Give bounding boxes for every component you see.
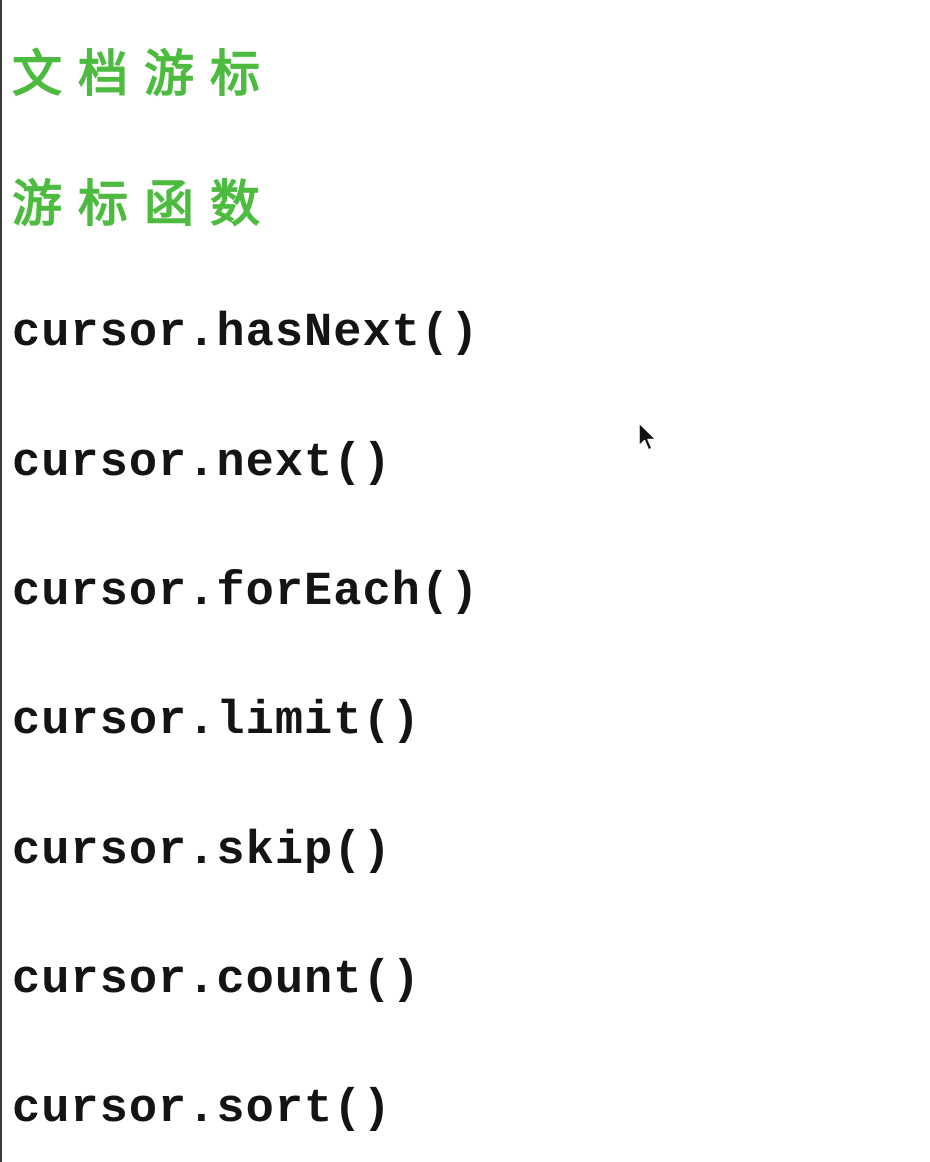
function-count: cursor.count()	[12, 954, 421, 1007]
function-for-each: cursor.forEach()	[12, 566, 480, 619]
function-sort: cursor.sort()	[12, 1083, 392, 1136]
mouse-pointer-icon	[638, 422, 657, 451]
function-limit: cursor.limit()	[12, 695, 421, 748]
function-has-next: cursor.hasNext()	[12, 307, 480, 360]
function-next: cursor.next()	[12, 437, 392, 490]
function-skip: cursor.skip()	[12, 825, 392, 878]
heading-cursor-functions: 游标函数	[12, 175, 276, 233]
heading-document-cursor: 文档游标	[12, 45, 276, 103]
left-border	[0, 0, 2, 1162]
